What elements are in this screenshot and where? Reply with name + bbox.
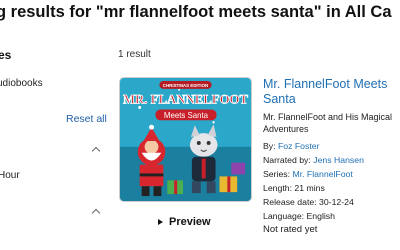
cover-subtitle: Meets Santa [164,111,209,120]
series-link[interactable]: Mr. FlannelFoot [292,169,352,179]
result-length: Length: 21 mins [263,183,325,193]
author-label: By: [263,141,278,151]
filter-hour[interactable]: Hour [0,170,20,181]
result-series: Series: Mr. FlannelFoot [263,169,353,179]
result-release-date: Release date: 30-12-24 [263,197,354,207]
narrator-label: Narrated by: [263,155,314,165]
result-count: 1 result [118,49,151,60]
cover-badge: CHRISTMAS EDITION [163,83,208,88]
play-icon [158,219,163,225]
result-title-link[interactable]: Mr. FlannelFoot Meets Santa [263,77,400,107]
result-rating: Not rated yet [263,224,318,235]
series-label: Series: [263,169,293,179]
cover-title: MR. FLANNELFOOT [123,93,249,107]
filters-heading: es [0,48,12,62]
filter-audiobooks[interactable]: udiobooks [0,78,43,89]
author-link[interactable]: Foz Foster [278,141,320,151]
search-results-heading: g results for "mr flannelfoot meets sant… [0,3,392,21]
cover-image[interactable]: CHRISTMAS EDITION MR. FLANNELFOOT Meets … [119,77,252,202]
preview-button[interactable]: Preview [158,216,211,228]
chevron-up-icon[interactable] [91,146,101,156]
result-narrator: Narrated by: Jens Hansen [263,155,364,165]
chevron-up-icon[interactable] [91,208,101,218]
result-language: Language: English [263,211,335,221]
narrator-link[interactable]: Jens Hansen [313,155,364,165]
preview-label: Preview [169,216,211,228]
result-subtitle: Mr. FlannelFoot and His Magical Adventur… [263,112,393,134]
reset-all-link[interactable]: Reset all [66,113,107,125]
result-author: By: Foz Foster [263,141,320,151]
